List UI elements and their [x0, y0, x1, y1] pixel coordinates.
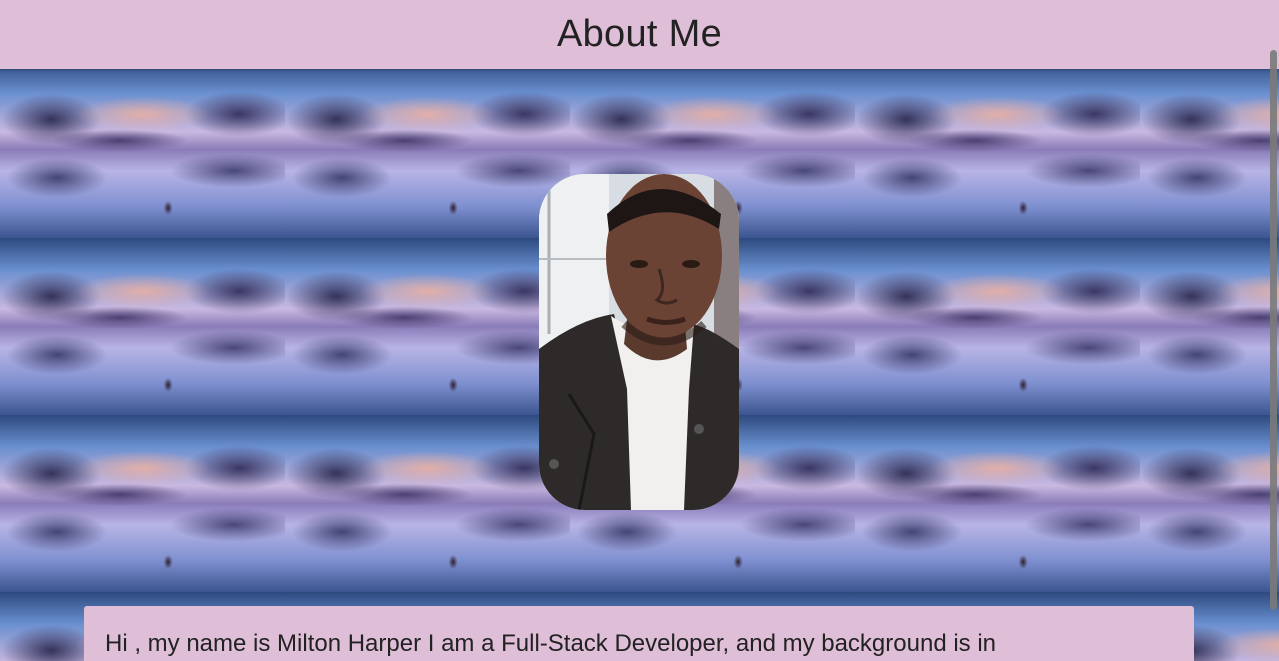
page-scrollbar[interactable] — [1269, 0, 1279, 661]
scrollbar-thumb[interactable] — [1270, 50, 1277, 610]
bio-text: Hi , my name is Milton Harper I am a Ful… — [105, 630, 997, 657]
portrait-image — [539, 174, 739, 510]
page-header: About Me — [0, 0, 1279, 69]
page-title: About Me — [556, 13, 723, 55]
profile-photo — [539, 174, 739, 510]
bio-card: Hi , my name is Milton Harper I am a Ful… — [84, 606, 1194, 661]
